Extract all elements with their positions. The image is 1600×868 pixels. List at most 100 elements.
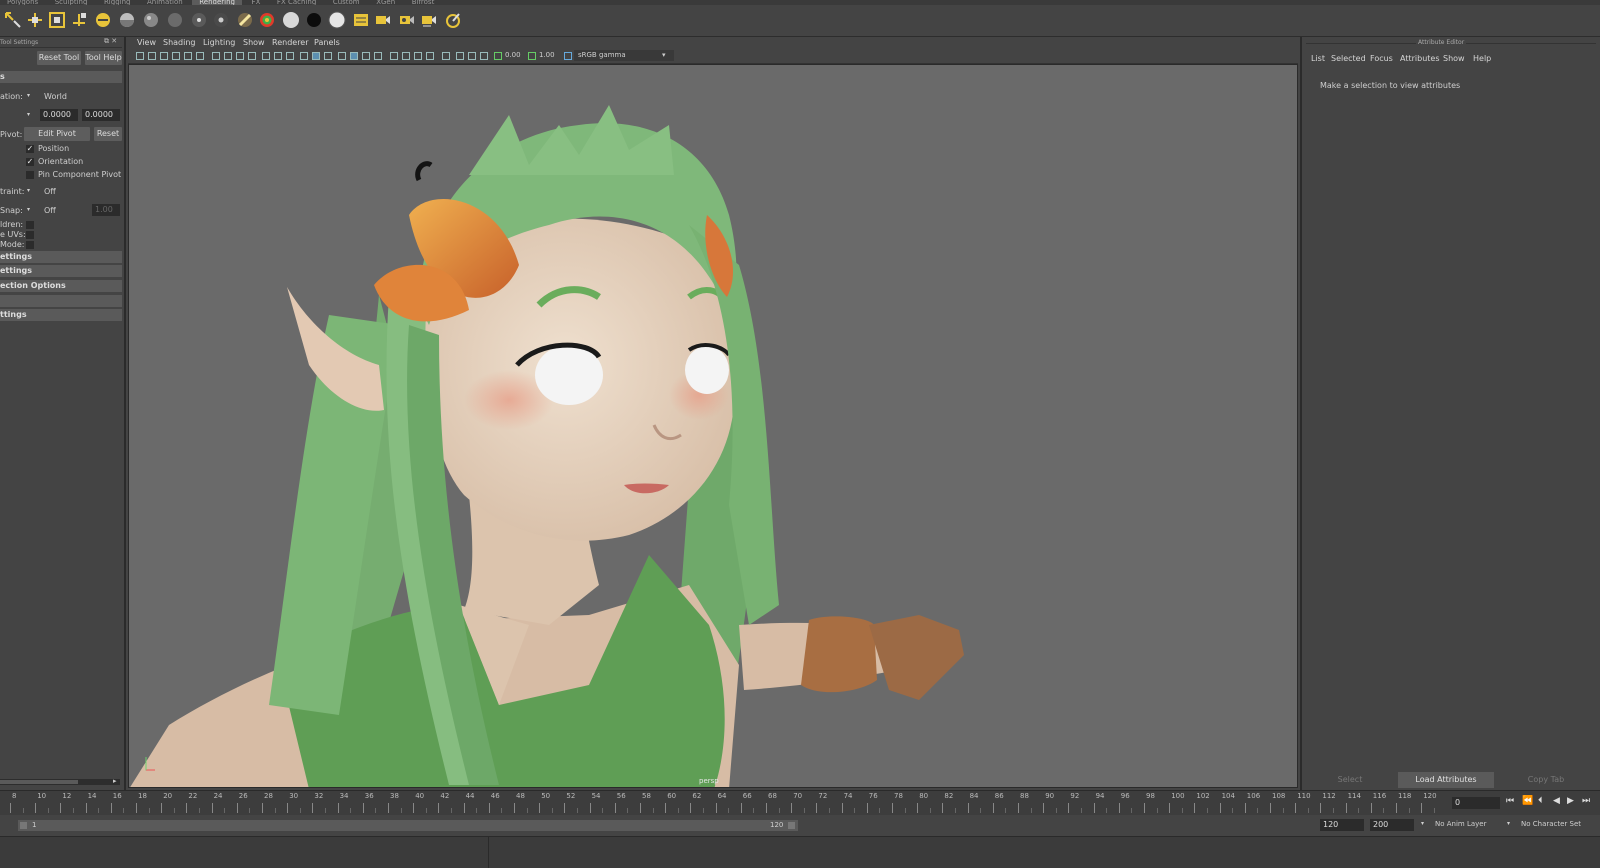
render-view-icon[interactable] [352,11,370,29]
screen-space-ao-icon[interactable] [390,52,398,60]
section-header[interactable]: ettings [0,265,122,277]
black-sphere-icon[interactable] [305,11,323,29]
hypershade-icon[interactable] [444,11,462,29]
textured-icon[interactable] [350,52,358,60]
xray-joints-icon[interactable] [468,52,476,60]
reset-pivot-button[interactable]: Reset [94,127,122,141]
move-tool-icon[interactable] [26,11,44,29]
menu-view[interactable]: View [137,38,156,47]
children-checkbox[interactable] [26,221,34,229]
dropdown-arrow-icon[interactable]: ▾ [1507,820,1510,827]
shadows-icon[interactable] [374,52,382,60]
ramp-shader-icon[interactable] [236,11,254,29]
value-field-b[interactable]: 0.0000 [82,109,120,121]
orientation-checkbox[interactable]: ✓ [26,158,34,166]
dropdown-arrow-icon[interactable]: ▾ [27,206,30,213]
copy-tab-button[interactable]: Copy Tab [1498,772,1594,788]
white-sphere-icon[interactable] [282,11,300,29]
render-settings-icon[interactable] [420,11,438,29]
sphere-shaded-icon[interactable] [142,11,160,29]
range-start-handle[interactable] [20,822,27,829]
safe-title-icon[interactable] [286,52,294,60]
color-management-icon[interactable] [564,52,572,60]
snap-dropdown[interactable]: Off [44,206,56,215]
go-to-start-icon[interactable]: ⏮ [1506,796,1514,806]
smooth-shade-icon[interactable] [312,52,320,60]
max-time-field[interactable]: 200 [1370,819,1414,831]
field-chart-icon[interactable] [262,52,270,60]
xray-icon[interactable] [456,52,464,60]
load-attributes-button[interactable]: Load Attributes [1398,772,1494,788]
constraint-dropdown[interactable]: Off [44,187,56,196]
grid-icon[interactable] [212,52,220,60]
render-current-icon[interactable] [374,11,392,29]
wireframe-icon[interactable] [300,52,308,60]
ae-menu-show[interactable]: Show [1443,54,1465,63]
dropdown-arrow-icon[interactable]: ▾ [27,92,30,99]
sphere-gloss-icon[interactable] [190,11,208,29]
mode-checkbox[interactable] [26,241,34,249]
camera-attr-icon[interactable] [148,52,156,60]
gate-mask-icon[interactable] [248,52,256,60]
section-header[interactable]: s [0,71,122,83]
snap-amount-field[interactable]: 1.00 [92,204,120,216]
menu-show[interactable]: Show [243,38,265,47]
go-to-end-icon[interactable]: ⏭ [1582,796,1590,806]
character-set-dropdown[interactable]: No Character Set [1521,820,1581,828]
exposure-icon[interactable] [494,52,502,60]
sphere-flat-icon[interactable] [118,11,136,29]
depth-of-field-icon[interactable] [426,52,434,60]
position-checkbox[interactable]: ✓ [26,145,34,153]
command-line[interactable] [0,836,1600,868]
perspective-viewport[interactable]: persp [128,64,1298,788]
ae-menu-focus[interactable]: Focus [1370,54,1393,63]
horizontal-scrollbar[interactable] [0,779,120,785]
uvs-checkbox[interactable] [26,231,34,239]
play-back-icon[interactable]: ◀ [1553,796,1560,806]
film-gate-icon[interactable] [224,52,232,60]
section-header[interactable]: ettings [0,251,122,263]
ae-menu-list[interactable]: List [1311,54,1325,63]
default-material-icon[interactable] [324,52,332,60]
dropdown-arrow-icon[interactable]: ▾ [27,187,30,194]
camera-icon[interactable] [136,52,144,60]
menu-lighting[interactable]: Lighting [203,38,235,47]
value-field-a[interactable]: 0.0000 [40,109,78,121]
anti-aliasing-icon[interactable] [414,52,422,60]
light-sphere-icon[interactable] [328,11,346,29]
current-frame-field[interactable]: 0 [1452,797,1500,809]
bookmark-icon[interactable] [160,52,168,60]
menu-panels[interactable]: Panels [314,38,340,47]
dropdown-arrow-icon[interactable]: ▾ [27,111,30,118]
anim-layer-dropdown[interactable]: No Anim Layer [1435,820,1486,828]
reset-tool-button[interactable]: Reset Tool [37,51,81,65]
transform-icon[interactable] [70,11,88,29]
section-header[interactable]: ttings [0,309,122,321]
menu-renderer[interactable]: Renderer [272,38,309,47]
grease-pencil-icon[interactable] [196,52,204,60]
section-header[interactable]: ection Options [0,280,122,292]
select-tool-icon[interactable] [4,11,22,29]
render-globe-icon[interactable] [94,11,112,29]
image-plane-icon[interactable] [172,52,180,60]
dropdown-arrow-icon[interactable]: ▾ [1421,820,1424,827]
exposure-value[interactable]: 0.00 [505,51,521,59]
play-forward-icon[interactable]: ▶ [1567,796,1574,806]
color-wheel-icon[interactable] [258,11,276,29]
step-back-frame-icon[interactable]: ⏴ [1538,796,1543,806]
xray-components-icon[interactable] [480,52,488,60]
pin-pivot-checkbox[interactable] [26,171,34,179]
ae-menu-selected[interactable]: Selected [1331,54,1366,63]
scale-tool-icon[interactable] [48,11,66,29]
ae-menu-attributes[interactable]: Attributes [1400,54,1440,63]
orientation-dropdown[interactable]: World [44,92,67,101]
gamma-value[interactable]: 1.00 [539,51,555,59]
lights-icon[interactable] [362,52,370,60]
menu-shading[interactable]: Shading [163,38,196,47]
float-panel-icon[interactable]: ⧉ ✕ [104,37,117,46]
motion-blur-icon[interactable] [402,52,410,60]
ae-menu-help[interactable]: Help [1473,54,1491,63]
range-end-handle[interactable] [788,822,795,829]
ipr-render-icon[interactable] [398,11,416,29]
isolate-select-icon[interactable] [442,52,450,60]
